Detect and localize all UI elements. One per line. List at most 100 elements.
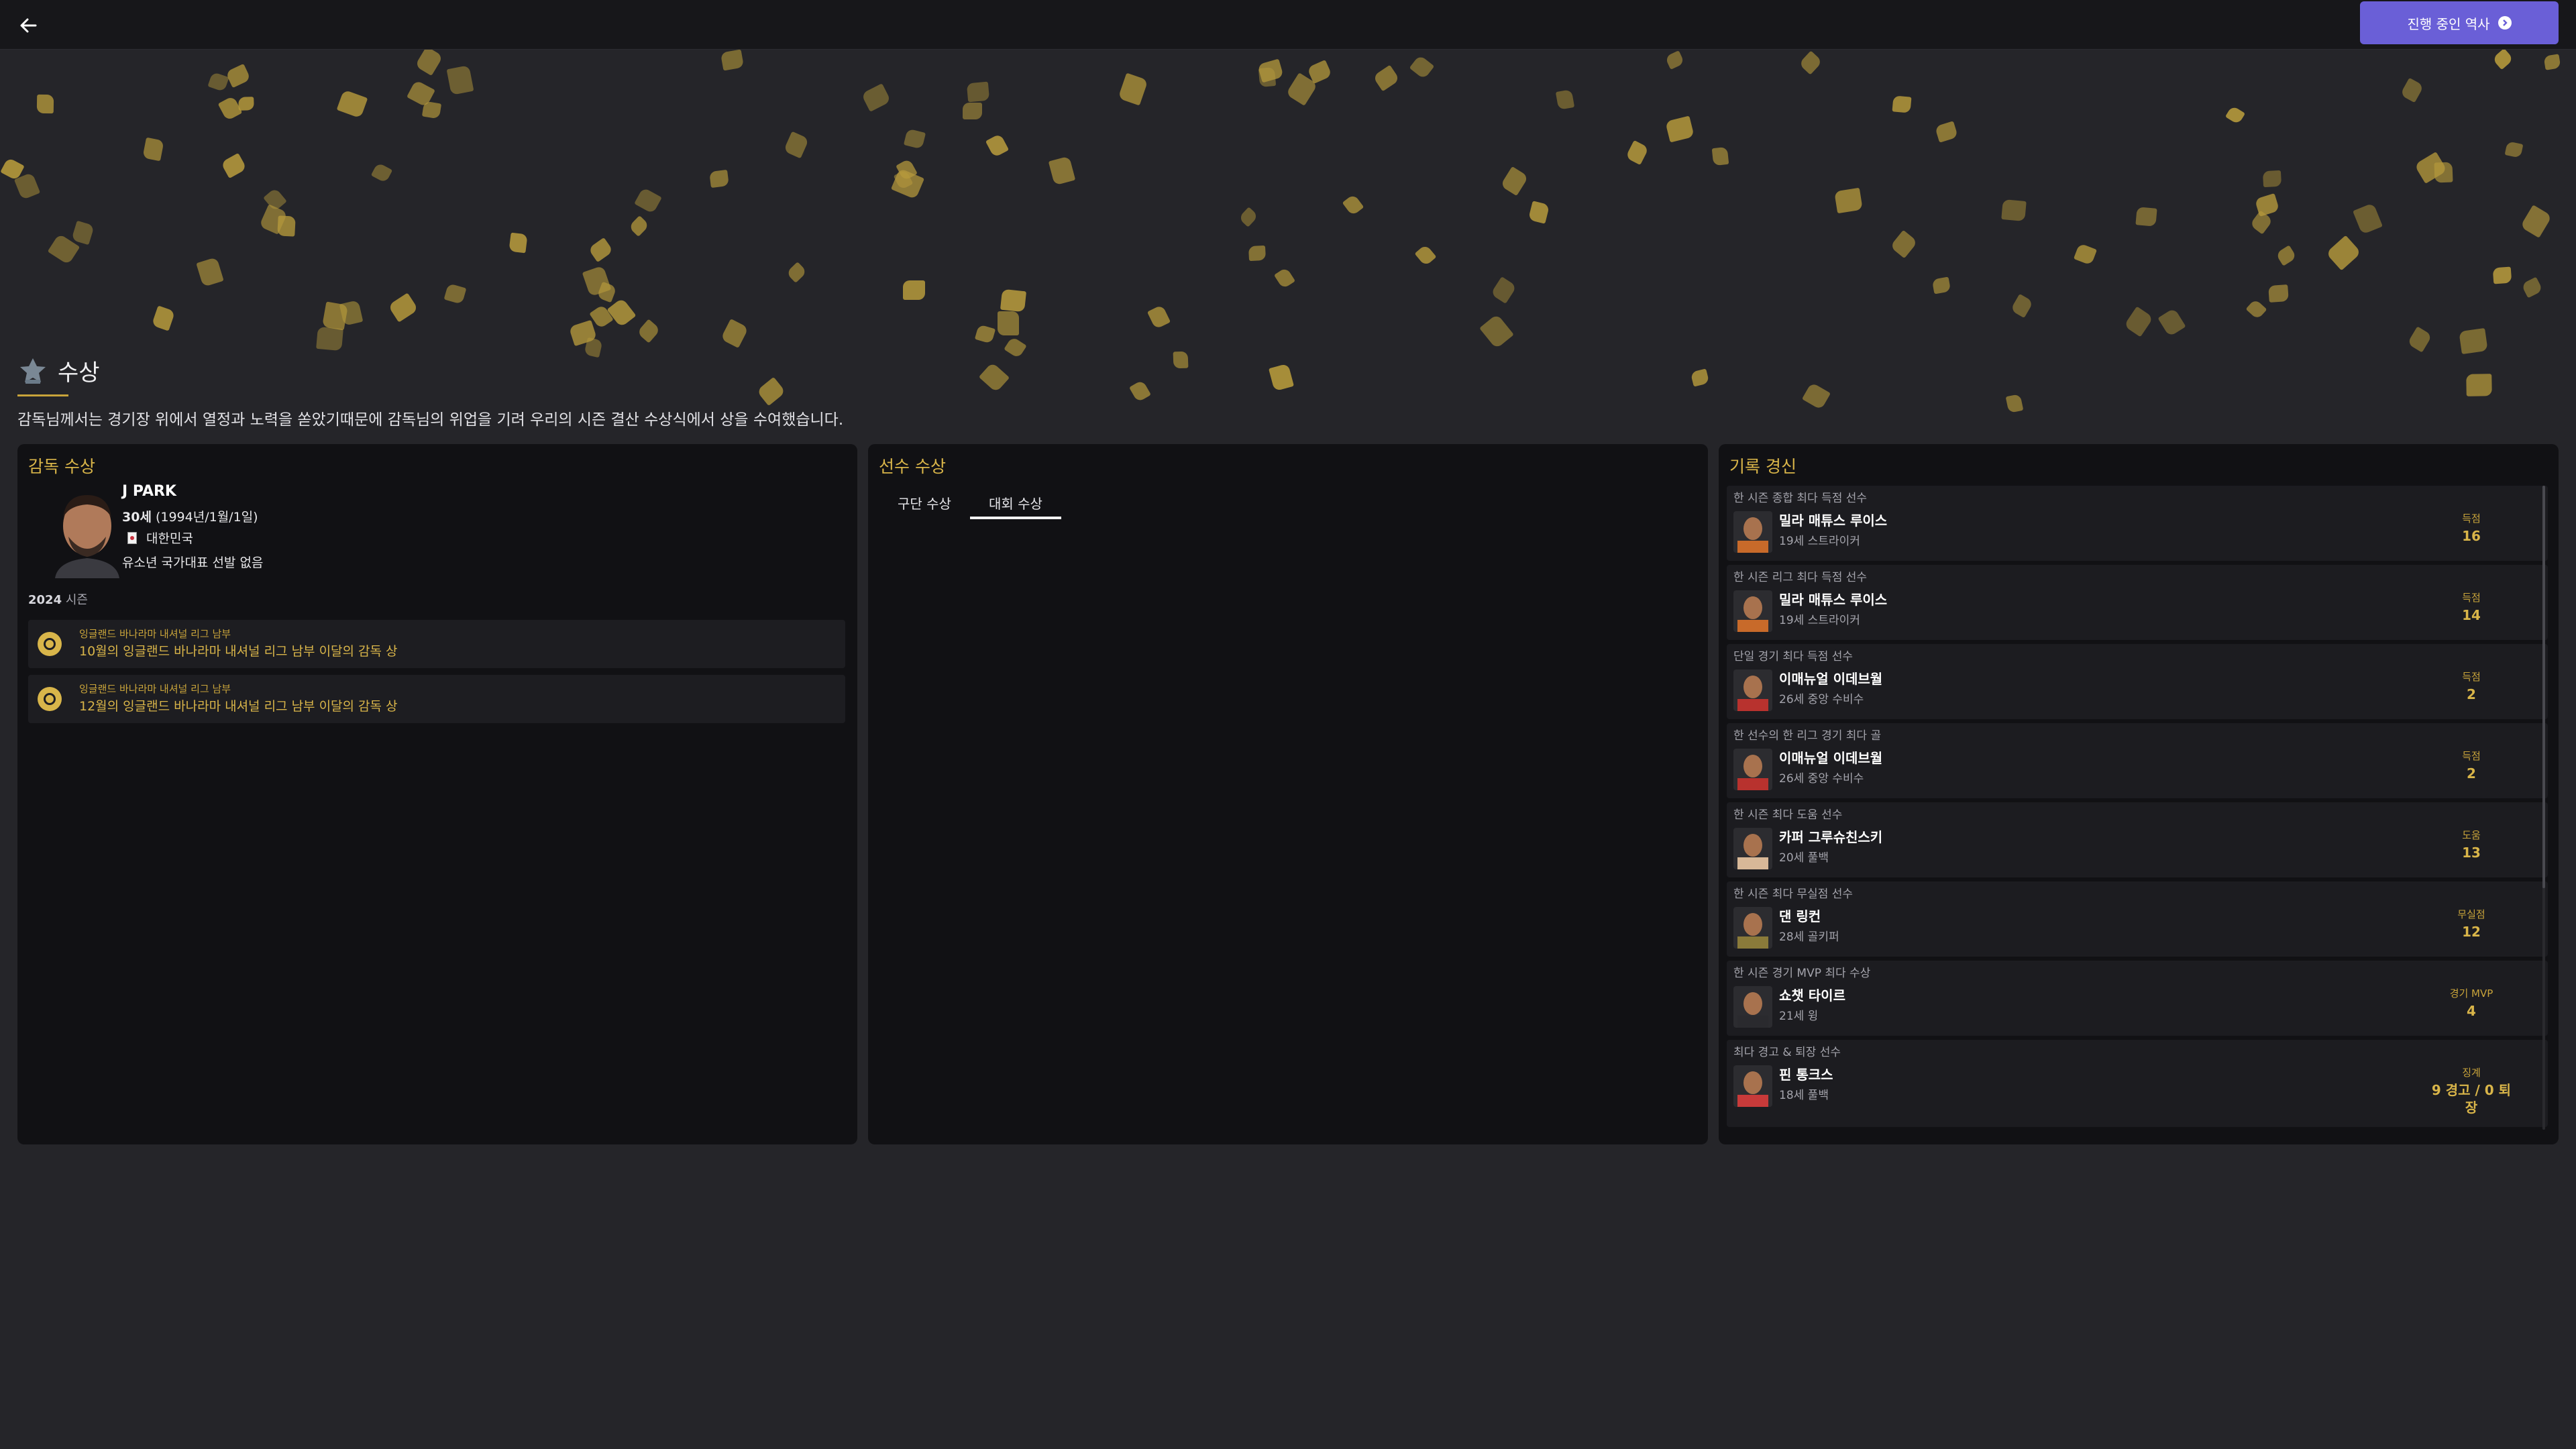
confetti-piece xyxy=(388,292,419,323)
record-item[interactable]: 최다 경고 & 퇴장 선수 핀 통크스 18세 풀백 징계 9 경고 / 0 퇴장 xyxy=(1727,1040,2548,1127)
confetti-piece xyxy=(443,283,467,305)
confetti-piece xyxy=(220,152,248,179)
award-tabs: 구단 수상 대회 수상 xyxy=(879,487,1061,519)
confetti-piece xyxy=(709,169,729,189)
player-info: 26세 중앙 수비수 xyxy=(1779,693,1864,706)
confetti-piece xyxy=(2407,326,2432,353)
confetti-piece xyxy=(1004,336,1027,359)
confetti-piece xyxy=(720,50,745,71)
confetti-piece xyxy=(1257,58,1284,83)
confetti-piece xyxy=(1801,382,1831,411)
confetti-piece xyxy=(508,232,528,254)
confetti-piece xyxy=(2492,266,2512,284)
confetti-piece xyxy=(1555,89,1575,110)
record-item[interactable]: 한 시즌 종합 최다 득점 선수 밀라 매튜스 루이스 19세 스트라이커 득점 16 xyxy=(1727,486,2548,561)
record-item[interactable]: 한 시즌 경기 MVP 최다 수상 쇼챗 타이르 21세 윙 경기 MVP 4 xyxy=(1727,961,2548,1036)
confetti-piece xyxy=(2262,170,2282,188)
player-name[interactable]: 핀 통크스 xyxy=(1779,1064,1833,1083)
trophy-icon xyxy=(20,358,46,384)
record-item[interactable]: 한 시즌 최다 무실점 선수 댄 링컨 28세 골키퍼 무실점 12 xyxy=(1727,881,2548,957)
confetti-piece xyxy=(71,220,95,246)
stat-label: 득점 xyxy=(2462,513,2481,525)
confetti-piece xyxy=(720,319,749,348)
stat-value: 2 xyxy=(2467,765,2476,782)
award-item[interactable]: 잉글랜드 바나라마 내셔널 리그 남부 12월의 잉글랜드 바나라마 내셔널 리… xyxy=(28,675,845,723)
confetti-piece xyxy=(998,311,1019,335)
manager-youth-caps: 유소년 국가대표 선발 없음 xyxy=(122,555,264,570)
record-title: 한 시즌 종합 최다 득점 선수 xyxy=(1733,492,1868,505)
continue-button[interactable]: 진행 중인 역사 xyxy=(2360,1,2559,44)
confetti-piece xyxy=(974,324,996,344)
panel-title: 기록 경신 xyxy=(1729,457,1796,476)
player-name[interactable]: 쇼챗 타이르 xyxy=(1779,985,1845,1004)
section-header: 수상 xyxy=(17,354,100,387)
player-avatar xyxy=(1733,511,1772,553)
player-name[interactable]: 카퍼 그루슈친스키 xyxy=(1779,826,1882,846)
stat-label: 득점 xyxy=(2462,671,2481,683)
player-avatar xyxy=(1733,828,1772,869)
manager-birthdate: (1994년/1월/1일) xyxy=(155,510,258,525)
record-item[interactable]: 한 시즌 최다 도움 선수 카퍼 그루슈친스키 20세 풀백 도움 13 xyxy=(1727,802,2548,877)
record-item[interactable]: 단일 경기 최다 득점 선수 이매뉴얼 이데브월 26세 중앙 수비수 득점 2 xyxy=(1727,644,2548,719)
confetti-piece xyxy=(446,65,474,95)
season-year: 2024 xyxy=(28,593,62,607)
confetti-piece xyxy=(36,94,54,114)
confetti-piece xyxy=(2491,50,2514,70)
player-name[interactable]: 이매뉴얼 이데브월 xyxy=(1779,747,1882,767)
season-suffix: 시즌 xyxy=(65,593,88,607)
confetti-piece xyxy=(628,215,650,237)
record-title: 한 시즌 최다 무실점 선수 xyxy=(1733,888,1854,901)
confetti-piece xyxy=(1892,95,1912,113)
player-info: 19세 스트라이커 xyxy=(1779,535,1860,548)
tab-club-awards[interactable]: 구단 수상 xyxy=(879,487,970,518)
confetti-piece xyxy=(316,326,343,352)
confetti-piece xyxy=(1248,245,1267,262)
confetti-piece xyxy=(1273,267,1296,289)
stat-label: 징계 xyxy=(2462,1067,2481,1079)
player-name[interactable]: 밀라 매튜스 루이스 xyxy=(1779,589,1887,608)
confetti-piece xyxy=(1834,187,1863,214)
stat-value: 9 경고 / 0 퇴장 xyxy=(2431,1082,2512,1116)
player-info: 19세 스트라이커 xyxy=(1779,614,1860,627)
confetti-piece xyxy=(2123,306,2154,337)
confetti-piece xyxy=(2400,77,2424,103)
confetti-piece xyxy=(2245,299,2267,320)
back-button[interactable] xyxy=(15,12,42,39)
confetti-piece xyxy=(606,297,637,328)
confetti-piece xyxy=(196,257,224,287)
confetti-piece xyxy=(2268,284,2289,303)
player-name[interactable]: 댄 링컨 xyxy=(1779,906,1821,925)
season-label: 2024 시즌 xyxy=(28,590,88,608)
player-info: 28세 골키퍼 xyxy=(1779,930,1839,944)
record-title: 한 시즌 리그 최다 득점 선수 xyxy=(1733,571,1868,584)
tab-competition-awards[interactable]: 대회 수상 xyxy=(969,487,1061,519)
player-name[interactable]: 밀라 매튜스 루이스 xyxy=(1779,510,1887,529)
award-title: 10월의 잉글랜드 바나라마 내셔널 리그 남부 이달의 감독 상 xyxy=(79,644,398,659)
confetti-piece xyxy=(415,50,443,76)
confetti-piece xyxy=(2224,105,2246,125)
award-competition: 잉글랜드 바나라마 내셔널 리그 남부 xyxy=(79,628,231,640)
confetti-piece xyxy=(1129,379,1151,403)
award-competition: 잉글랜드 바나라마 내셔널 리그 남부 xyxy=(79,683,231,695)
confetti-piece xyxy=(861,83,892,112)
award-item[interactable]: 잉글랜드 바나라마 내셔널 리그 남부 10월의 잉글랜드 바나라마 내셔널 리… xyxy=(28,620,845,668)
confetti-piece xyxy=(1479,313,1514,350)
confetti-piece xyxy=(2073,243,2098,266)
confetti-piece xyxy=(1711,146,1729,166)
record-item[interactable]: 한 선수의 한 리그 경기 최다 골 이매뉴얼 이데브월 26세 중앙 수비수 득점 2 xyxy=(1727,723,2548,798)
player-avatar xyxy=(1733,590,1772,632)
scrollbar-thumb[interactable] xyxy=(2542,486,2545,888)
confetti-piece xyxy=(1342,193,1364,217)
manager-awards-panel: 감독 수상 J PARK 30세 (1994년/1월/1일) 대한민국 유소년 … xyxy=(17,444,857,1144)
confetti-piece xyxy=(1048,156,1076,186)
arrow-left-icon xyxy=(20,18,37,33)
records-scrollbar[interactable] xyxy=(2542,486,2545,1130)
player-name[interactable]: 이매뉴얼 이데브월 xyxy=(1779,668,1882,688)
confetti-piece xyxy=(637,319,661,343)
medal-icon xyxy=(38,632,62,656)
section-underline xyxy=(17,394,68,396)
record-item[interactable]: 한 시즌 리그 최다 득점 선수 밀라 매튜스 루이스 19세 스트라이커 득점 14 xyxy=(1727,565,2548,640)
confetti-piece xyxy=(903,128,926,150)
confetti-piece xyxy=(151,305,176,331)
confetti-piece xyxy=(142,137,164,162)
